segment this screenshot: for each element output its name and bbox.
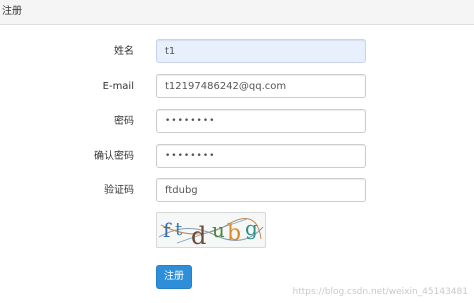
captcha-char: d (191, 222, 206, 247)
email-label: E-mail (102, 81, 134, 92)
captcha-char: g (245, 216, 258, 240)
confirm-password-label: 确认密码 (94, 151, 134, 162)
captcha-char: u (212, 218, 225, 242)
panel-heading: 注册 (0, 0, 474, 25)
password-field[interactable] (156, 109, 366, 133)
panel-title: 注册 (2, 6, 22, 17)
password-label: 密码 (114, 116, 134, 127)
captcha-char: b (227, 221, 241, 246)
email-field[interactable] (156, 74, 366, 98)
confirm-password-field[interactable] (156, 144, 366, 168)
captcha-char: t (175, 219, 183, 240)
register-button[interactable]: 注册 (156, 265, 192, 289)
captcha-graphic: f t d u b g (158, 216, 264, 247)
verification-code-field[interactable] (156, 178, 366, 202)
watermark: https://blog.csdn.net/weixin_45143481 (292, 287, 468, 297)
captcha-char: f (163, 218, 172, 242)
name-field[interactable] (156, 39, 366, 63)
name-label: 姓名 (114, 46, 134, 57)
verification-code-label: 验证码 (104, 185, 134, 196)
captcha-image[interactable]: f t d u b g (156, 212, 266, 248)
